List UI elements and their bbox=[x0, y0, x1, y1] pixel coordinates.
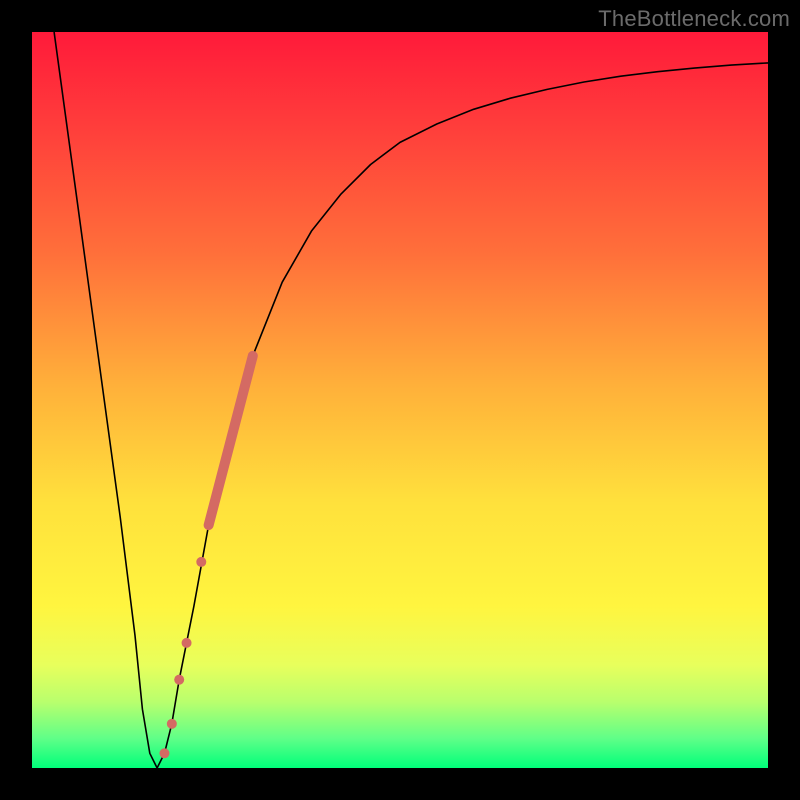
chart-frame: TheBottleneck.com bbox=[0, 0, 800, 800]
chart-svg bbox=[32, 32, 768, 768]
highlight-dot bbox=[159, 748, 169, 758]
highlight-dot bbox=[174, 675, 184, 685]
highlight-dot bbox=[167, 719, 177, 729]
plot-area bbox=[32, 32, 768, 768]
highlight-dot bbox=[196, 557, 206, 567]
highlight-dot bbox=[182, 638, 192, 648]
highlight-segment bbox=[209, 356, 253, 525]
bottleneck-curve bbox=[54, 32, 768, 768]
watermark-text: TheBottleneck.com bbox=[598, 6, 790, 32]
